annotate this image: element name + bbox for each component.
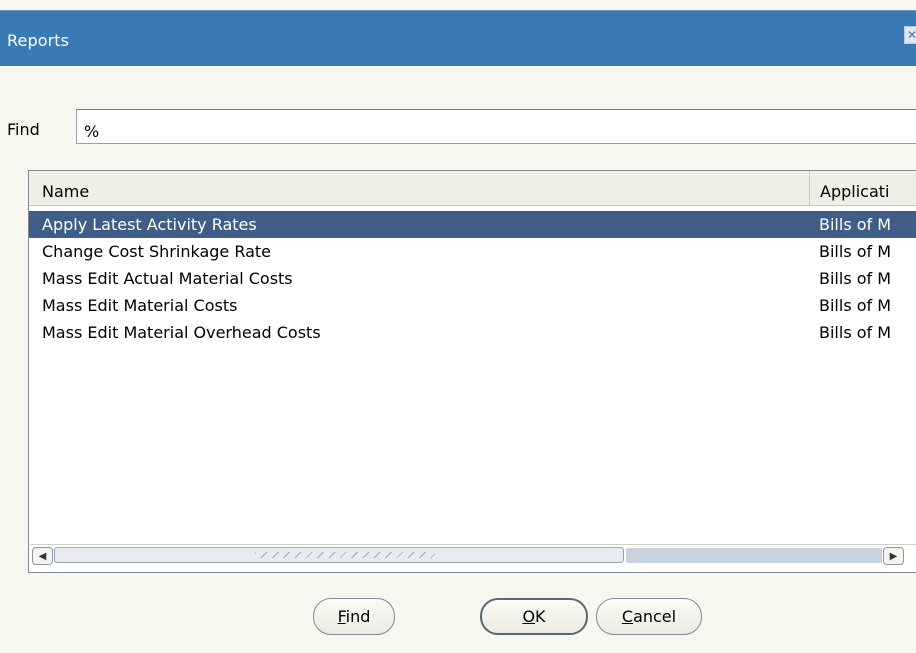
cancel-button-mnemonic: C <box>621 607 634 626</box>
row-application: Bills of M <box>819 215 892 234</box>
find-button-label: ind <box>345 607 371 626</box>
scroll-thumb[interactable] <box>54 547 624 563</box>
horizontal-scrollbar[interactable]: ◀ ▶ <box>30 544 916 566</box>
find-button[interactable]: Find <box>313 598 395 635</box>
list-row[interactable]: Apply Latest Activity Rates Bills of M <box>29 211 916 238</box>
close-icon[interactable]: ✕ <box>904 26 916 44</box>
list-row[interactable]: Mass Edit Material Costs Bills of M <box>29 292 916 319</box>
row-application: Bills of M <box>819 269 892 288</box>
ok-button-label: K <box>535 607 546 626</box>
results-list: Name Applicati Apply Latest Activity Rat… <box>28 170 916 573</box>
find-label: Find <box>7 120 40 139</box>
cancel-button[interactable]: Cancel <box>596 598 702 635</box>
row-name: Apply Latest Activity Rates <box>42 215 257 234</box>
ok-button-mnemonic: O <box>522 607 536 626</box>
row-application: Bills of M <box>819 323 892 342</box>
list-row[interactable]: Mass Edit Material Overhead Costs Bills … <box>29 319 916 346</box>
title-bar: Reports <box>0 10 916 66</box>
column-header-name[interactable]: Name <box>42 182 89 201</box>
find-button-mnemonic: F <box>337 607 346 626</box>
row-name: Mass Edit Actual Material Costs <box>42 269 293 288</box>
scroll-right-arrow-icon[interactable]: ▶ <box>883 547 904 565</box>
list-rows: Apply Latest Activity Rates Bills of M C… <box>29 211 916 346</box>
row-application: Bills of M <box>819 242 892 261</box>
reports-dialog: Reports ✕ Find Name Applicati Apply Late… <box>0 0 916 653</box>
find-input[interactable] <box>76 109 916 144</box>
list-header: Name Applicati <box>29 171 916 206</box>
list-row[interactable]: Change Cost Shrinkage Rate Bills of M <box>29 238 916 265</box>
row-name: Mass Edit Material Overhead Costs <box>42 323 321 342</box>
row-name: Change Cost Shrinkage Rate <box>42 242 272 261</box>
row-application: Bills of M <box>819 296 892 315</box>
list-row[interactable]: Mass Edit Actual Material Costs Bills of… <box>29 265 916 292</box>
scroll-grip <box>255 552 435 558</box>
scroll-left-arrow-icon[interactable]: ◀ <box>32 547 53 565</box>
scroll-track[interactable] <box>626 548 882 563</box>
ok-button[interactable]: OK <box>480 598 588 635</box>
window-title: Reports <box>7 31 70 50</box>
column-header-application[interactable]: Applicati <box>809 171 916 205</box>
row-name: Mass Edit Material Costs <box>42 296 238 315</box>
cancel-button-label: ancel <box>633 607 677 626</box>
